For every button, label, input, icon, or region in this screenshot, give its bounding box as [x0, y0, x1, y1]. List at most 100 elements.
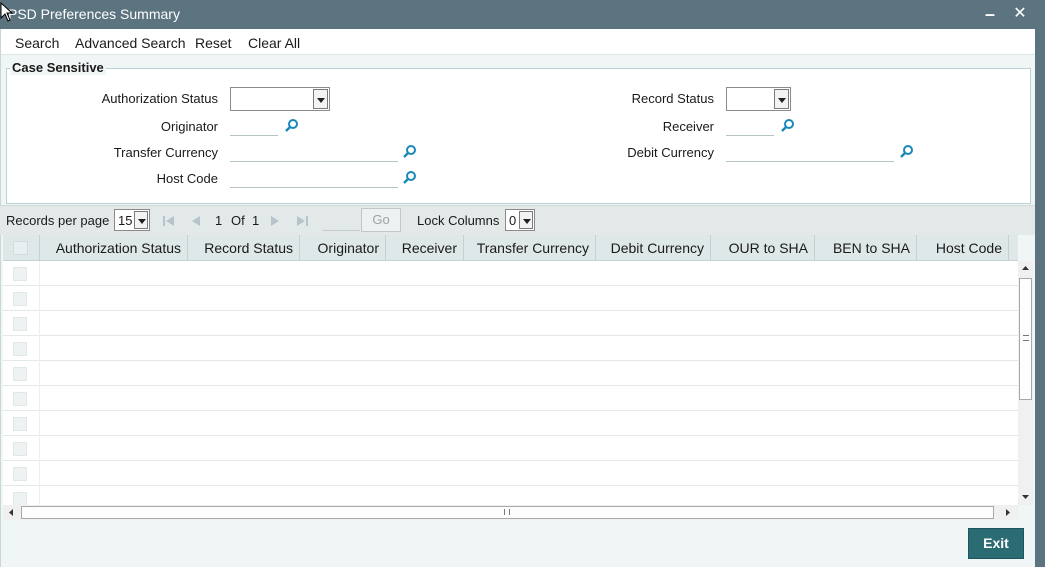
- originator-label: Originator: [160, 119, 218, 134]
- scroll-right-icon[interactable]: [1004, 508, 1012, 517]
- total-pages-number: 1: [252, 213, 260, 228]
- column-transfer-currency[interactable]: Transfer Currency: [464, 235, 596, 261]
- chevron-down-icon[interactable]: [774, 89, 789, 109]
- transfer-currency-input[interactable]: [230, 142, 398, 162]
- row-checkbox[interactable]: [13, 367, 27, 381]
- go-button[interactable]: Go: [361, 208, 401, 232]
- table-row[interactable]: [3, 311, 1018, 336]
- lock-columns-select[interactable]: 0: [505, 209, 535, 231]
- window-edge: [1035, 29, 1045, 567]
- results-grid: Authorization Status Record Status Origi…: [3, 235, 1018, 505]
- row-divider: [39, 411, 40, 436]
- row-divider: [39, 436, 40, 461]
- row-checkbox[interactable]: [13, 442, 27, 456]
- horizontal-scrollbar[interactable]: [3, 505, 1018, 520]
- records-per-page-value: 15: [118, 213, 133, 228]
- records-per-page-label: Records per page: [6, 213, 110, 228]
- exit-button[interactable]: Exit: [968, 528, 1024, 559]
- row-divider: [39, 261, 40, 286]
- transfer-currency-lookup-icon[interactable]: [402, 144, 418, 160]
- record-status-select[interactable]: [726, 87, 791, 111]
- grip-icon: [1023, 335, 1029, 341]
- row-checkbox[interactable]: [13, 267, 27, 281]
- lock-columns-value: 0: [509, 213, 517, 228]
- records-per-page-select[interactable]: 15: [114, 209, 150, 231]
- row-divider: [39, 386, 40, 411]
- clear-all-menu-item[interactable]: Clear All: [248, 35, 300, 51]
- row-divider: [39, 336, 40, 361]
- last-page-icon[interactable]: [295, 215, 309, 227]
- table-row[interactable]: [3, 486, 1018, 505]
- row-divider: [39, 486, 40, 505]
- go-to-page-input[interactable]: [322, 209, 360, 231]
- column-host-code[interactable]: Host Code: [917, 235, 1009, 261]
- previous-page-icon[interactable]: [189, 215, 203, 227]
- receiver-lookup-icon[interactable]: [780, 118, 796, 134]
- chevron-down-icon[interactable]: [134, 211, 148, 229]
- host-code-label: Host Code: [156, 171, 218, 186]
- row-divider: [39, 311, 40, 336]
- table-row[interactable]: [3, 286, 1018, 311]
- row-divider: [39, 361, 40, 386]
- table-row[interactable]: [3, 436, 1018, 461]
- row-checkbox[interactable]: [13, 392, 27, 406]
- scroll-left-icon[interactable]: [7, 508, 15, 517]
- row-divider: [39, 286, 40, 311]
- originator-lookup-icon[interactable]: [284, 118, 300, 134]
- current-page-number: 1: [215, 213, 223, 228]
- row-checkbox[interactable]: [13, 342, 27, 356]
- reset-menu-item[interactable]: Reset: [195, 35, 232, 51]
- row-checkbox[interactable]: [13, 417, 27, 431]
- vertical-scroll-thumb[interactable]: [1019, 278, 1032, 400]
- table-row[interactable]: [3, 261, 1018, 286]
- row-checkbox[interactable]: [13, 292, 27, 306]
- receiver-input[interactable]: [726, 116, 774, 136]
- column-debit-currency[interactable]: Debit Currency: [596, 235, 711, 261]
- receiver-label: Receiver: [662, 119, 714, 134]
- chevron-down-icon[interactable]: [519, 211, 533, 229]
- table-row[interactable]: [3, 361, 1018, 386]
- table-row[interactable]: [3, 386, 1018, 411]
- host-code-lookup-icon[interactable]: [402, 170, 418, 186]
- column-record-status[interactable]: Record Status: [188, 235, 300, 261]
- window-titlebar: PSD Preferences Summary – ✕: [0, 0, 1045, 29]
- debit-currency-input[interactable]: [726, 142, 894, 162]
- authorization-status-select[interactable]: [230, 87, 330, 111]
- grid-header: Authorization Status Record Status Origi…: [3, 235, 1018, 261]
- row-checkbox[interactable]: [13, 492, 27, 505]
- row-checkbox[interactable]: [13, 467, 27, 481]
- lock-columns-label: Lock Columns: [417, 213, 500, 228]
- record-status-label: Record Status: [631, 91, 714, 106]
- column-our-to-sha[interactable]: OUR to SHA: [711, 235, 815, 261]
- minimize-button[interactable]: –: [980, 3, 1000, 25]
- first-page-icon[interactable]: [162, 215, 176, 227]
- host-code-input[interactable]: [230, 168, 398, 188]
- vertical-scrollbar[interactable]: [1018, 261, 1033, 505]
- authorization-status-label: Authorization Status: [101, 91, 218, 106]
- chevron-down-icon[interactable]: [313, 89, 328, 109]
- next-page-icon[interactable]: [268, 215, 282, 227]
- select-all-checkbox[interactable]: [13, 241, 28, 255]
- scroll-up-icon[interactable]: [1021, 264, 1030, 272]
- originator-input[interactable]: [230, 116, 278, 136]
- horizontal-scroll-thumb[interactable]: [21, 506, 994, 519]
- table-row[interactable]: [3, 461, 1018, 486]
- table-row[interactable]: [3, 336, 1018, 361]
- column-ben-to-sha[interactable]: BEN to SHA: [815, 235, 917, 261]
- row-checkbox[interactable]: [13, 317, 27, 331]
- close-button[interactable]: ✕: [1010, 3, 1030, 25]
- scroll-down-icon[interactable]: [1021, 493, 1030, 501]
- of-label: Of: [231, 213, 245, 228]
- row-divider: [39, 461, 40, 486]
- search-menu-item[interactable]: Search: [15, 35, 59, 51]
- advanced-search-menu-item[interactable]: Advanced Search: [75, 35, 186, 51]
- case-sensitive-title: Case Sensitive: [10, 60, 106, 75]
- transfer-currency-label: Transfer Currency: [113, 145, 218, 160]
- column-originator[interactable]: Originator: [300, 235, 386, 261]
- pagination-bar: Records per page 15 1 Of 1 Go Lock Colum…: [0, 205, 1035, 235]
- window-title: PSD Preferences Summary: [8, 6, 180, 22]
- table-row[interactable]: [3, 411, 1018, 436]
- debit-currency-lookup-icon[interactable]: [899, 144, 915, 160]
- column-authorization-status[interactable]: Authorization Status: [40, 235, 188, 261]
- column-receiver[interactable]: Receiver: [386, 235, 464, 261]
